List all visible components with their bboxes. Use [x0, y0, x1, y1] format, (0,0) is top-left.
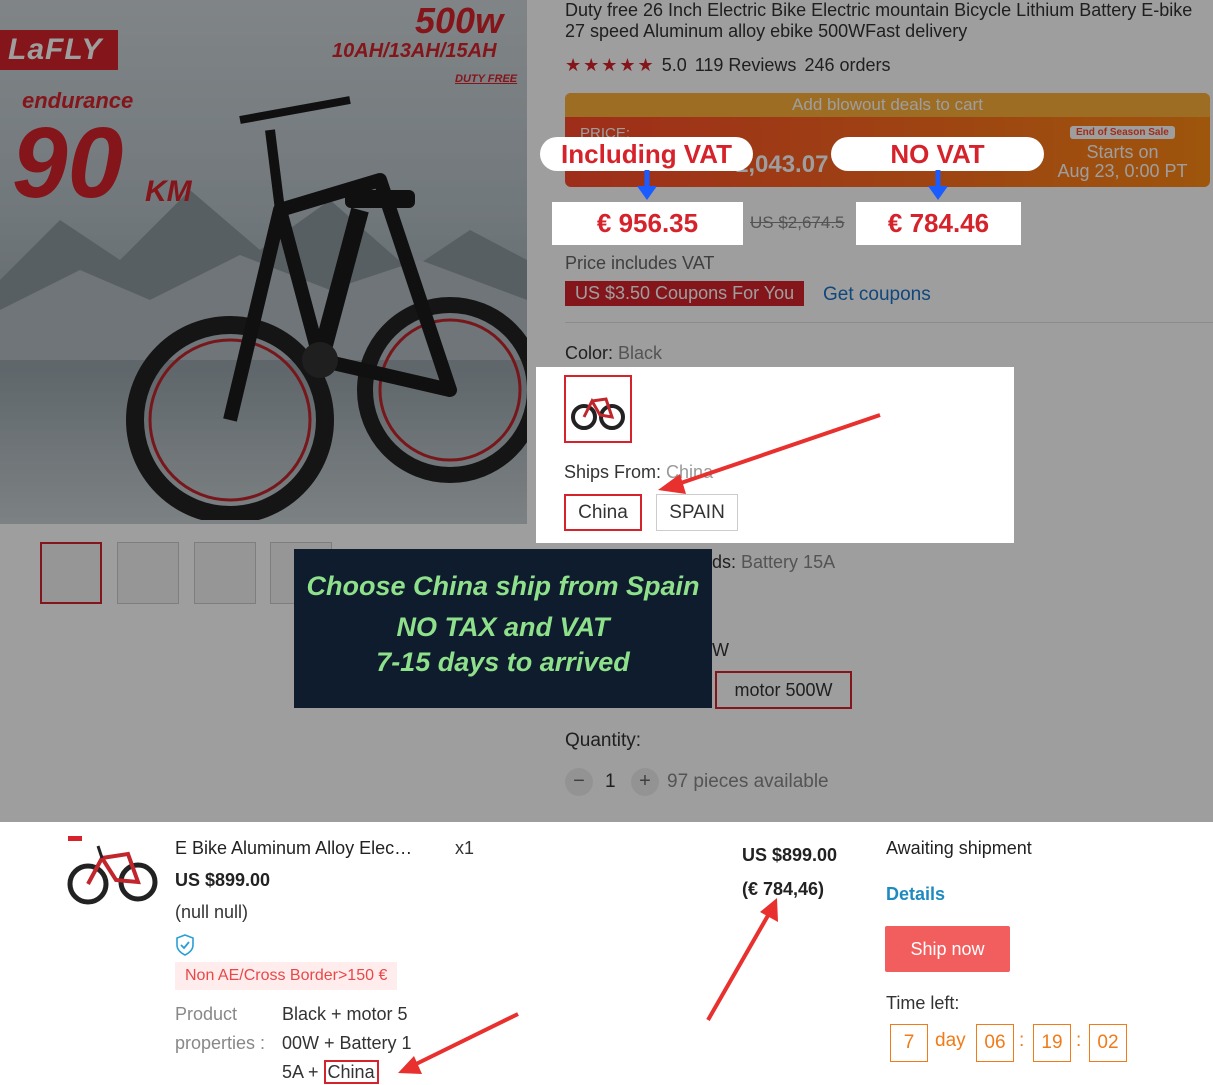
- timer-separator: :: [1076, 1030, 1082, 1051]
- order-product-title[interactable]: E Bike Aluminum Alloy Elec…: [175, 838, 412, 859]
- screenshot-root: LaFLY 500w 10AH/13AH/15AH DUTY FREE endu…: [0, 0, 1213, 1085]
- timer-day-label: day: [935, 1030, 966, 1051]
- ships-from-panel: Ships From: China China SPAIN: [536, 367, 1014, 543]
- timer-minutes: 19: [1033, 1024, 1071, 1062]
- order-total: US $899.00 (€ 784,46): [742, 838, 837, 906]
- product-properties-label: Product properties :: [175, 1000, 265, 1058]
- timer-hours: 06: [976, 1024, 1014, 1062]
- ships-from-china-highlight: China: [323, 1060, 379, 1084]
- product-page: LaFLY 500w 10AH/13AH/15AH DUTY FREE endu…: [0, 0, 1213, 822]
- no-vat-price: € 784.46: [856, 202, 1021, 245]
- properties-label-line2: properties :: [175, 1033, 266, 1053]
- product-properties-value: Black + motor 5 00W + Battery 1 5A + Chi…: [282, 1000, 427, 1085]
- timer-days: 7: [890, 1024, 928, 1062]
- ships-from-label-text: Ships From:: [564, 462, 662, 482]
- ships-from-spain-option[interactable]: SPAIN: [656, 494, 738, 531]
- including-vat-label: Including VAT: [540, 137, 753, 171]
- ships-from-label: Ships From: China: [564, 462, 713, 483]
- order-total-eur: (€ 784,46): [742, 879, 825, 899]
- note-line-2: NO TAX and VAT: [396, 612, 610, 642]
- ship-now-button[interactable]: Ship now: [885, 926, 1010, 972]
- order-quantity: x1: [455, 838, 475, 858]
- properties-label-line1: Product: [175, 1004, 238, 1024]
- timer-seconds: 02: [1089, 1024, 1127, 1062]
- properties-line1: Black + motor 5: [282, 1004, 408, 1024]
- note-line-3: 7-15 days to arrived: [376, 647, 630, 677]
- including-vat-price: € 956.35: [552, 202, 743, 245]
- order-product-image[interactable]: [64, 832, 164, 912]
- order-unit-price: US $899.00: [175, 870, 271, 890]
- bike-thumbnail-icon: [571, 397, 625, 430]
- ships-from-china-option[interactable]: China: [564, 494, 642, 531]
- order-total-usd: US $899.00: [742, 845, 838, 865]
- pointer-arrow-icon: [706, 898, 778, 1021]
- color-swatch-black[interactable]: [564, 375, 632, 443]
- note-line-1: Choose China ship from Spain: [306, 571, 700, 601]
- shipping-note: Choose China ship from Spain NO TAX and …: [294, 549, 712, 708]
- shield-check-icon: [176, 934, 194, 956]
- cross-border-tag: Non AE/Cross Border>150 €: [175, 962, 398, 990]
- no-vat-label: NO VAT: [831, 137, 1044, 171]
- properties-line2: 00W + Battery 1: [282, 1033, 412, 1053]
- properties-line3: 5A + China: [282, 1058, 427, 1085]
- details-link[interactable]: Details: [886, 884, 945, 905]
- order-variant-text: (null null): [175, 902, 249, 922]
- ships-from-value: China: [666, 462, 714, 482]
- timer-separator: :: [1019, 1030, 1025, 1051]
- order-status: Awaiting shipment: [886, 838, 1032, 858]
- properties-line3-prefix: 5A +: [282, 1062, 324, 1082]
- time-left-label: Time left:: [886, 993, 960, 1013]
